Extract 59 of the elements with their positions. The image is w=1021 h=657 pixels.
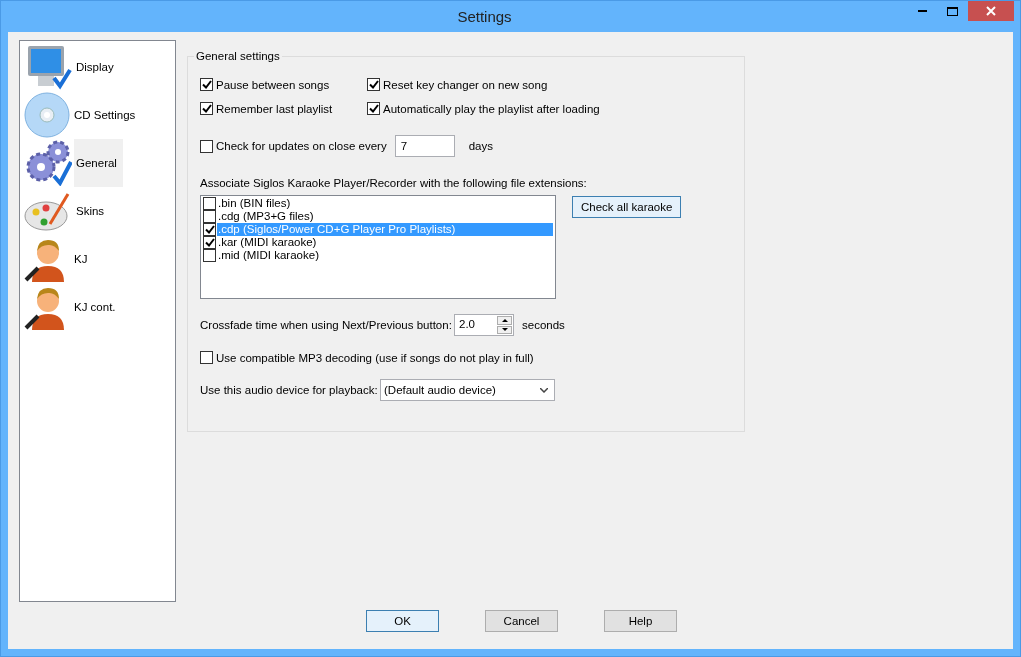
group-title: General settings	[195, 50, 281, 62]
checkmark-icon	[201, 80, 212, 89]
days-label: days	[468, 140, 493, 152]
spin-up-button[interactable]	[497, 316, 512, 325]
checkbox[interactable]	[203, 249, 216, 262]
crossfade-label: Crossfade time when using Next/Previous button:	[200, 319, 453, 331]
option-checkbox[interactable]: Pause between songs	[200, 78, 367, 91]
dialog-button[interactable]: Cancel	[485, 610, 558, 632]
checkmark-icon	[368, 104, 379, 113]
audio-device-dropdown[interactable]: (Default audio device)	[380, 379, 555, 401]
associate-label: Associate Siglos Karaoke Player/Recorder with the following file extensions:	[200, 177, 588, 189]
extension-item[interactable]: .mid (MIDI karaoke)	[217, 249, 320, 262]
category-item[interactable]: KJ	[72, 235, 94, 283]
minimize-icon	[917, 9, 927, 13]
window-title: Settings	[456, 8, 513, 25]
option-checkbox[interactable]: Remember last playlist	[200, 102, 367, 115]
category-item[interactable]: KJ cont.	[72, 283, 122, 331]
chevron-down-icon	[540, 387, 548, 393]
checkbox[interactable]	[200, 139, 213, 153]
checkmark-icon	[204, 225, 215, 234]
checkbox[interactable]	[200, 102, 213, 115]
category-item[interactable]: Display	[74, 43, 120, 91]
option-checkbox[interactable]: Automatically play the playlist after loading	[367, 102, 732, 115]
extension-item[interactable]: .bin (BIN files)	[217, 197, 292, 210]
crossfade-value: 2.0	[458, 317, 476, 332]
checkbox[interactable]	[203, 197, 216, 210]
checkmark-icon	[204, 238, 215, 247]
category-item[interactable]: CD Settings	[72, 91, 142, 139]
crossfade-spinner[interactable]: 2.0	[454, 314, 514, 336]
close-button[interactable]	[968, 1, 1014, 21]
dialog-button[interactable]: OK	[366, 610, 439, 632]
checkbox[interactable]	[200, 78, 213, 91]
checkbox[interactable]	[203, 223, 216, 236]
mp3-decoding-checkbox[interactable]: Use compatible MP3 decoding (use if songs do not play in full)	[200, 351, 732, 364]
maximize-icon	[946, 6, 958, 16]
category-item[interactable]: Skins	[74, 187, 111, 235]
option-checkbox[interactable]: Reset key changer on new song	[367, 78, 732, 91]
down-arrow-icon	[501, 328, 508, 332]
update-checkbox[interactable]: Check for updates on close every	[200, 139, 387, 153]
gears-icon	[24, 140, 72, 186]
checkbox[interactable]	[367, 78, 380, 91]
checkbox[interactable]	[200, 351, 213, 364]
check-all-button[interactable]: Check all karaoke	[572, 196, 682, 218]
disc-icon	[24, 92, 70, 138]
checkbox[interactable]	[367, 102, 380, 115]
checkbox[interactable]	[203, 236, 216, 249]
category-item[interactable]: General	[74, 139, 123, 187]
dialog-button[interactable]: Help	[604, 610, 677, 632]
extension-item[interactable]: .cdg (MP3+G files)	[217, 210, 315, 223]
close-icon	[986, 6, 996, 16]
extension-item[interactable]: .kar (MIDI karaoke)	[217, 236, 318, 249]
checkmark-icon	[201, 104, 212, 113]
spin-down-button[interactable]	[497, 325, 512, 334]
checkmark-icon	[368, 80, 379, 89]
up-arrow-icon	[501, 318, 508, 322]
checkbox[interactable]	[203, 210, 216, 223]
seconds-label: seconds	[522, 319, 565, 331]
audio-device-label: Use this audio device for playback:	[200, 384, 379, 396]
days-field[interactable]: 7	[394, 135, 455, 157]
